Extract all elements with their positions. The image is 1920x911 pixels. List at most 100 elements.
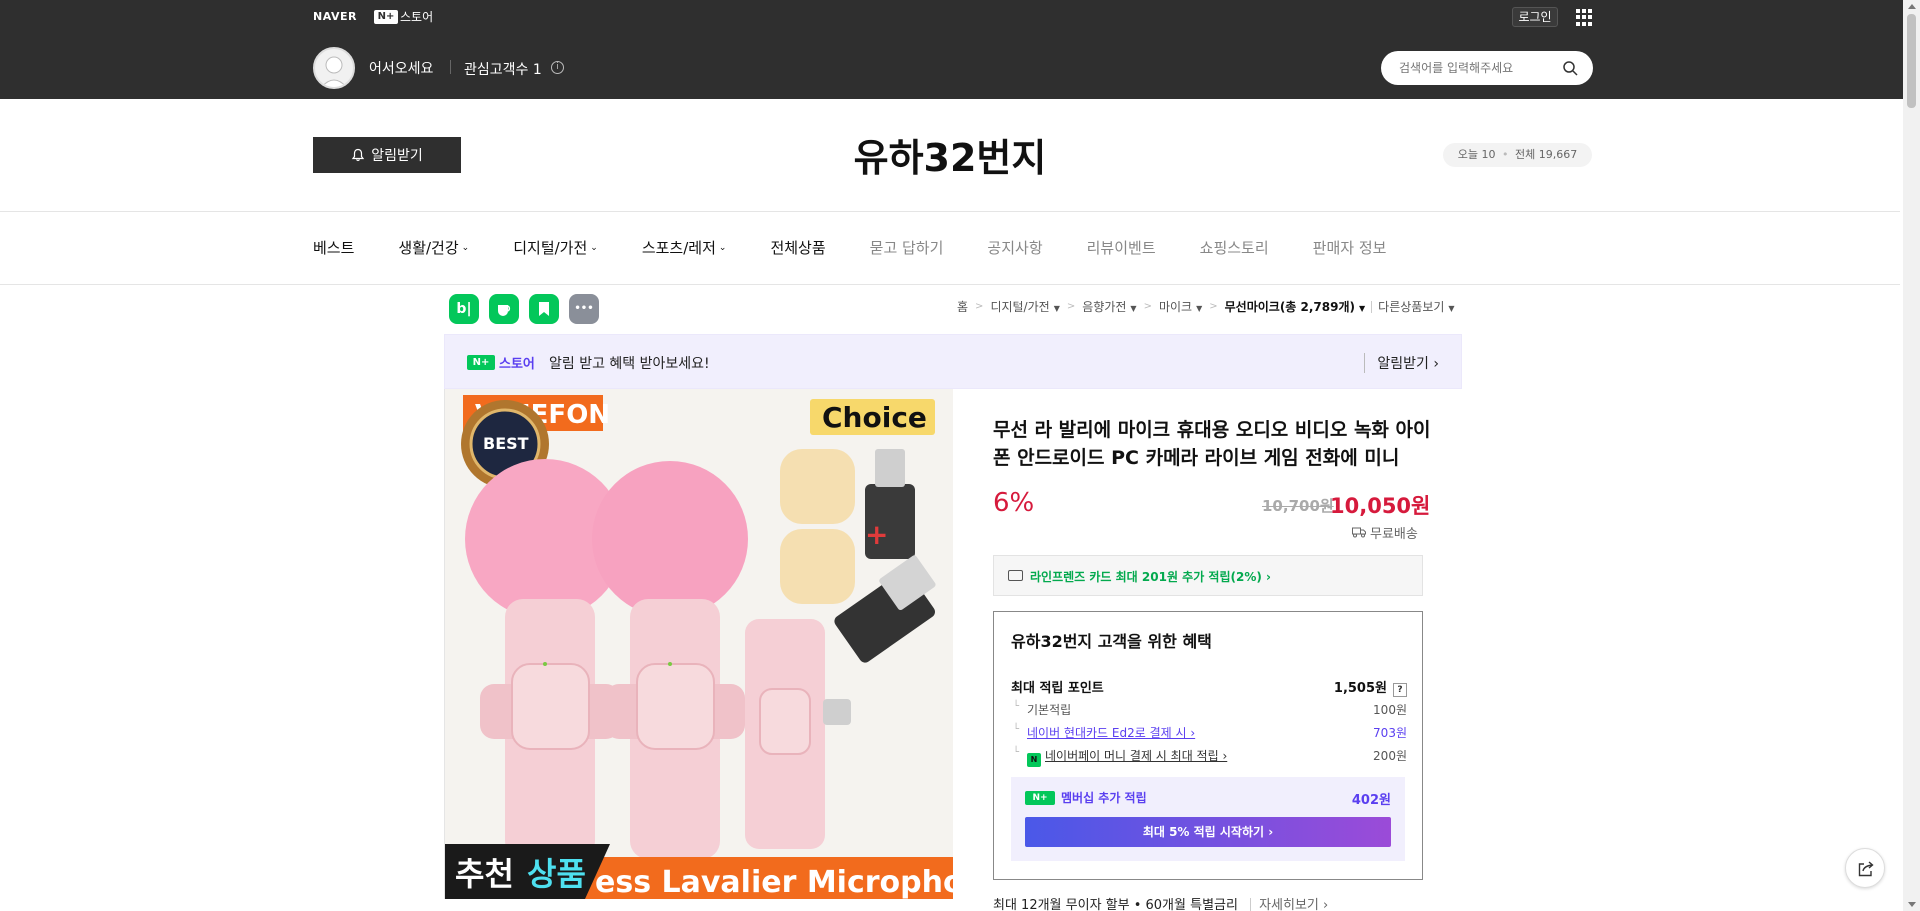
cafe-icon[interactable] (489, 294, 519, 324)
npay-value: 200원 (1373, 749, 1407, 763)
scroll-up-arrow[interactable] (1908, 4, 1916, 9)
apps-grid-icon[interactable] (1576, 9, 1593, 26)
scroll-thumb[interactable] (1907, 14, 1916, 108)
help-icon[interactable]: ? (1393, 683, 1407, 697)
breadcrumb-current[interactable]: 무선마이크(총 2,789개) ▼ (1225, 298, 1366, 315)
nav-item-label: 디지털/가전 (513, 239, 588, 257)
search-input[interactable] (1399, 59, 1549, 77)
store-title[interactable]: 유하32번지 (0, 127, 1900, 182)
nplus-badge: N+ (374, 9, 398, 24)
info-icon[interactable]: i (551, 61, 564, 74)
bookmark-icon[interactable] (529, 294, 559, 324)
category-nav: 베스트 생활/건강 ⌄ 디지털/가전 ⌄ 스포츠/레저 ⌄ 전체상품 묻고 답하기 공지사항 리뷰이… (313, 237, 1386, 258)
promo-alarm-link[interactable]: 알림받기 › (1364, 353, 1439, 373)
product-image[interactable]: VIMEFON Choice BEST + ess Lavalier Micro… (444, 389, 953, 899)
discount-rate: 6% (993, 488, 1035, 518)
visit-count: 오늘 10 • 전체 19,667 (1443, 143, 1592, 167)
image-banner-text: ess Lavalier Microphone (595, 865, 953, 899)
nplus-store-logo[interactable]: N+ 스토어 (374, 8, 433, 25)
scrollbar[interactable] (1903, 0, 1920, 911)
nav-item[interactable]: 전체상품 (770, 237, 825, 258)
visit-today: 오늘 10 (1457, 148, 1496, 161)
basic-points-label: 기본적립 (1027, 703, 1072, 717)
nplus-store-logo: N+ 스토어 (467, 353, 535, 372)
nav-item[interactable]: 묻고 답하기 (870, 237, 944, 258)
card-benefit[interactable]: 라인프렌즈 카드 최대 201원 추가 적립(2%) › (993, 555, 1423, 596)
card-benefit-text: 라인프렌즈 카드 최대 201원 추가 적립(2%) › (1030, 570, 1271, 584)
nplus-badge: N+ (467, 355, 495, 370)
truck-icon (1352, 527, 1366, 538)
nav-item[interactable]: 베스트 (313, 237, 354, 258)
max-points-label: 최대 적립 포인트 (1011, 681, 1104, 696)
benefit-box: 유하32번지 고객을 위한 혜택 최대 적립 포인트 1,505원? 기본적립 … (993, 611, 1423, 880)
nav-item-label: 베스트 (313, 239, 355, 257)
breadcrumb-item[interactable]: 마이크 ▼ (1159, 298, 1202, 315)
hyundai-card-value: 703원 (1373, 726, 1407, 740)
basic-points-row: 기본적립 100원 (1011, 701, 1407, 718)
best-badge-text: BEST (483, 434, 529, 453)
login-button[interactable]: 로그인 (1512, 7, 1558, 27)
basic-points-value: 100원 (1373, 703, 1407, 717)
product-title: 무선 라 발리에 마이크 휴대용 오디오 비디오 녹화 아이폰 안드로이드 PC… (993, 419, 1431, 469)
breadcrumb: 홈 > 디지털/가전 ▼ > 음향가전 ▼ > 마이크 ▼ > 무선마이크(총 2,7… (957, 298, 1455, 315)
interest-count: 관심고객수 1 (464, 62, 542, 78)
nplus-badge: N+ (1025, 790, 1055, 805)
membership-label: N+ 멤버십 추가 적립 (1025, 789, 1147, 806)
welcome-text: 어서오세요 (369, 61, 434, 77)
membership-value: 402원 (1351, 793, 1391, 808)
nav-item-label: 리뷰이벤트 (1086, 239, 1156, 257)
nplus-store-label: 스토어 (499, 357, 535, 372)
nav-item-label: 공지사항 (987, 239, 1043, 257)
image-choice-text: Choice (822, 401, 927, 434)
hyundai-card-row: 네이버 현대카드 Ed2로 결제 시 › 703원 (1011, 724, 1407, 741)
nav-item[interactable]: 쇼핑스토리 (1200, 237, 1269, 258)
chevron-down-icon: ⌄ (590, 242, 598, 253)
nav-item[interactable]: 디지털/가전 ⌄ (513, 237, 598, 258)
hyundai-card-link[interactable]: 네이버 현대카드 Ed2로 결제 시 › (1027, 726, 1195, 740)
nav-item-label: 생활/건강 (398, 239, 459, 257)
naver-logo[interactable]: NAVER (313, 10, 357, 23)
svg-text:+: + (865, 518, 888, 551)
chevron-down-icon: ⌄ (461, 242, 470, 253)
nplus-store-label: 스토어 (400, 10, 434, 24)
sns-share-icons: b| ••• (449, 294, 599, 324)
installment-more-link[interactable]: 자세히보기 › (1250, 898, 1329, 911)
sale-price: 10,050원 (1330, 494, 1431, 518)
scroll-down-arrow[interactable] (1908, 902, 1916, 907)
visit-total: 전체 19,667 (1515, 148, 1578, 161)
breadcrumb-home[interactable]: 홈 (957, 298, 968, 315)
breadcrumb-item[interactable]: 디지털/가전 ▼ (990, 298, 1059, 315)
membership-start-button[interactable]: 최대 5% 적립 시작하기 › (1025, 817, 1391, 847)
divider (0, 284, 1900, 285)
nav-item[interactable]: 생활/건강 ⌄ (398, 237, 469, 258)
blog-icon[interactable]: b| (449, 294, 479, 324)
avatar[interactable] (313, 47, 355, 89)
image-recommend-text-1: 추천 (455, 855, 514, 893)
nav-item-label: 쇼핑스토리 (1199, 239, 1269, 257)
installment-info: 최대 12개월 무이자 할부 • 60개월 특별금리 자세히보기 › (993, 894, 1329, 911)
promo-message: 알림 받고 혜택 받아보세요! (549, 356, 710, 372)
image-recommend-text-2: 상품 (527, 855, 586, 893)
shipping-text: 무료배송 (1370, 527, 1418, 542)
nav-item[interactable]: 공지사항 (987, 237, 1042, 258)
nav-item-label: 전체상품 (770, 239, 826, 257)
global-header: NAVER N+ 스토어 로그인 어서오세요 관심고객수 1 i (0, 0, 1920, 99)
more-icon[interactable]: ••• (569, 294, 599, 324)
other-products-link[interactable]: 다른상품보기 ▼ (1378, 298, 1454, 315)
nav-item[interactable]: 스포츠/레저 ⌄ (642, 237, 727, 258)
search-icon[interactable] (1562, 60, 1578, 76)
nav-item[interactable]: 리뷰이벤트 (1087, 237, 1156, 258)
promo-banner: N+ 스토어 알림 받고 혜택 받아보세요! 알림받기 › (444, 334, 1462, 389)
nav-item[interactable]: 판매자 정보 (1313, 237, 1387, 258)
breadcrumb-item[interactable]: 음향가전 ▼ (1082, 298, 1136, 315)
share-icon (1858, 861, 1874, 877)
max-points-value: 1,505원? (1334, 677, 1407, 697)
search-box[interactable] (1381, 51, 1593, 85)
installment-text: 최대 12개월 무이자 할부 • 60개월 특별금리 (993, 898, 1238, 911)
nav-item-label: 스포츠/레저 (641, 239, 716, 257)
max-points-row: 최대 적립 포인트 1,505원? (1011, 677, 1407, 697)
share-button[interactable] (1845, 848, 1885, 888)
credit-card-icon (1008, 570, 1023, 581)
nav-item-label: 판매자 정보 (1312, 239, 1387, 257)
npay-link[interactable]: 네이버페이 머니 결제 시 최대 적립 › (1045, 749, 1227, 763)
